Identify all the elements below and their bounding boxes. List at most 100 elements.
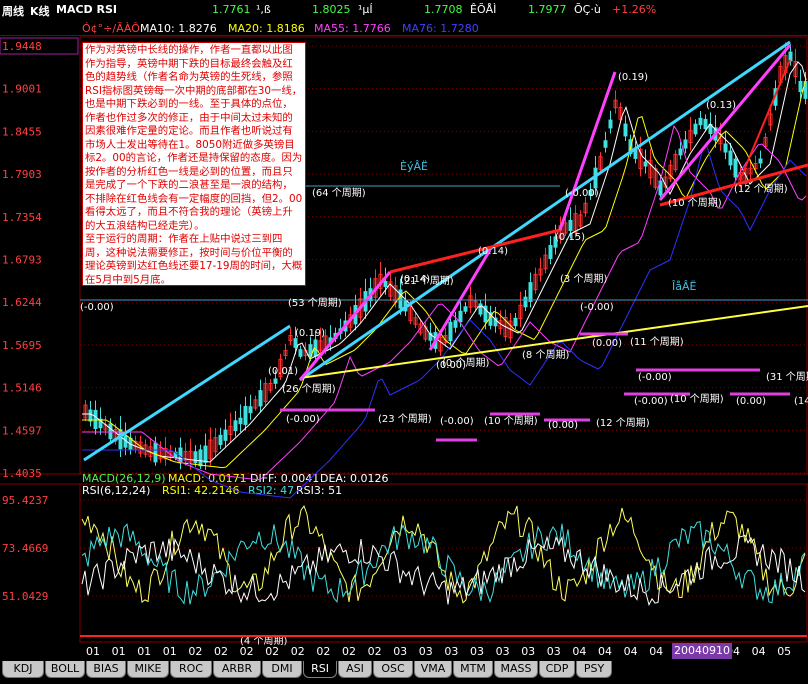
- x-tick-label: 02: [291, 645, 305, 658]
- tab-asi[interactable]: ASI: [338, 661, 372, 678]
- tab-boll[interactable]: BOLL: [45, 661, 85, 678]
- candle-body: [798, 80, 803, 93]
- price-tick-label: 1.9001: [2, 83, 42, 96]
- quote-close-label: ÕÇ·ù: [574, 3, 601, 16]
- x-tick-label: 03: [393, 645, 407, 658]
- period-label: (11 个周期): [630, 336, 684, 348]
- period-label: (0 个周期): [442, 357, 489, 369]
- annotation-label: (-0.00): [634, 396, 668, 407]
- rsi-tick-label: 95.4237: [2, 494, 48, 507]
- change-percent: +1.26%: [612, 3, 657, 16]
- candle-body: [273, 378, 278, 384]
- candle-body: [698, 117, 703, 126]
- quote-high-label: ¹µÍ: [358, 3, 373, 16]
- annotation-label: (-0.00): [286, 414, 320, 425]
- tab-mass[interactable]: MASS: [494, 661, 538, 678]
- fib-label-mid: ÎåÂË: [671, 280, 697, 293]
- candle-body: [733, 158, 738, 178]
- tab-roc[interactable]: ROC: [170, 661, 212, 678]
- quote-low: 1.7708: [424, 3, 463, 16]
- price-tick-label: 1.6244: [2, 296, 42, 309]
- tab-osc[interactable]: OSC: [373, 661, 413, 678]
- candle-body: [478, 303, 483, 315]
- annotation-label: (0.00): [736, 396, 766, 407]
- indicator-tabs: KDJ BOLL BIAS MIKE ROC ARBR DMI RSI ASI OSC VMA MTM…: [0, 660, 808, 684]
- candle-body: [678, 148, 683, 156]
- trendline-yellow: [299, 305, 808, 379]
- candle-body: [238, 417, 243, 425]
- period-label: (12 个周期): [596, 417, 650, 429]
- annotation-label: (0.13): [706, 100, 736, 111]
- period-label: (23 个周期): [378, 413, 432, 425]
- note-paragraph-1: 作为对英镑中长线的操作，作者一直都以此图作为指导，英镑中期下跌的目标最终会触及红…: [85, 44, 303, 232]
- x-tick-label: 03: [419, 645, 433, 658]
- period-label[interactable]: 周线: [2, 3, 24, 19]
- candle-body: [383, 280, 388, 288]
- candle-body: [703, 118, 708, 130]
- candle-body: [523, 296, 528, 308]
- rsi1-line: [81, 504, 806, 604]
- trendline-red: [389, 228, 561, 274]
- tab-vma[interactable]: VMA: [414, 661, 452, 678]
- candle-body: [258, 390, 263, 407]
- x-tick-label: 04: [649, 645, 663, 658]
- rsi-panel-frame: [79, 483, 808, 643]
- x-tick-label: 01: [163, 645, 177, 658]
- candle-body: [728, 150, 733, 166]
- period-label: (8 个周期): [522, 349, 569, 361]
- period-label: (12 个周期): [734, 183, 788, 195]
- price-tick-label: 1.7903: [2, 168, 42, 181]
- tab-psy[interactable]: PSY: [576, 661, 612, 678]
- period-label: (3 个周期): [560, 273, 607, 285]
- candle-body: [293, 338, 298, 348]
- candle-body: [568, 219, 573, 232]
- x-tick-label: 03: [444, 645, 458, 658]
- header-bar: 周线 K线 MACD RSI 1.7761 ¹,ß 1.8025 ¹µÍ 1.7…: [0, 0, 808, 20]
- price-tick-label: 1.8455: [2, 125, 42, 138]
- tab-rsi[interactable]: RSI: [303, 661, 337, 678]
- tab-mike[interactable]: MIKE: [127, 661, 169, 678]
- rsi2-value: RSI2: 47: [248, 484, 294, 497]
- tab-bias[interactable]: BIAS: [86, 661, 126, 678]
- quote-open-label: ¹,ß: [256, 3, 271, 16]
- tab-arbr[interactable]: ARBR: [213, 661, 261, 678]
- price-tick-label: 1.7354: [2, 211, 42, 224]
- annotation-label: (-0.00): [440, 416, 474, 427]
- period-label: (10 个周期): [484, 415, 538, 427]
- candle-body: [243, 405, 248, 425]
- ma55-value: MA55: 1.7766: [314, 22, 391, 35]
- x-tick-label: 02: [316, 645, 330, 658]
- x-tick-label: 03: [547, 645, 561, 658]
- tab-mtm[interactable]: MTM: [453, 661, 493, 678]
- tab-dmi[interactable]: DMI: [262, 661, 302, 678]
- candle-body: [603, 140, 608, 148]
- candle-body: [248, 406, 253, 414]
- annotation-label: (0.01): [268, 366, 298, 377]
- ma76-value: MA76: 1.7280: [402, 22, 479, 35]
- x-tick-label: 02: [368, 645, 382, 658]
- period-label: (64 个周期): [312, 187, 366, 199]
- quote-close: 1.7977: [528, 3, 567, 16]
- candle-body: [463, 306, 468, 312]
- rsi-name: RSI(6,12,24): [82, 484, 150, 497]
- annotation-label: (-0.00): [80, 302, 114, 313]
- annotation-label: (0.14): [478, 246, 508, 257]
- period-label: (26 个周期): [282, 383, 336, 395]
- x-tick-label: 05: [777, 645, 791, 658]
- tab-cdp[interactable]: CDP: [539, 661, 575, 678]
- candle-body: [233, 420, 238, 432]
- annotation-label: (-0.00): [638, 372, 672, 383]
- period-label: (10 个周期): [670, 393, 724, 405]
- price-tick-label: 1.4597: [2, 424, 42, 437]
- x-tick-label: 01: [137, 645, 151, 658]
- chart-type-label[interactable]: K线: [30, 3, 50, 19]
- symbol-label: Ó¢°÷/ÃÀÔ: [82, 22, 140, 35]
- candle-body: [223, 429, 228, 441]
- price-tick-label: 1.5695: [2, 339, 42, 352]
- annotation-label: (0.15): [555, 232, 585, 243]
- tab-kdj[interactable]: KDJ: [2, 661, 44, 678]
- candle-body: [453, 320, 458, 328]
- x-tick-label: 02: [342, 645, 356, 658]
- x-tick-label: 02: [240, 645, 254, 658]
- candle-body: [198, 449, 203, 467]
